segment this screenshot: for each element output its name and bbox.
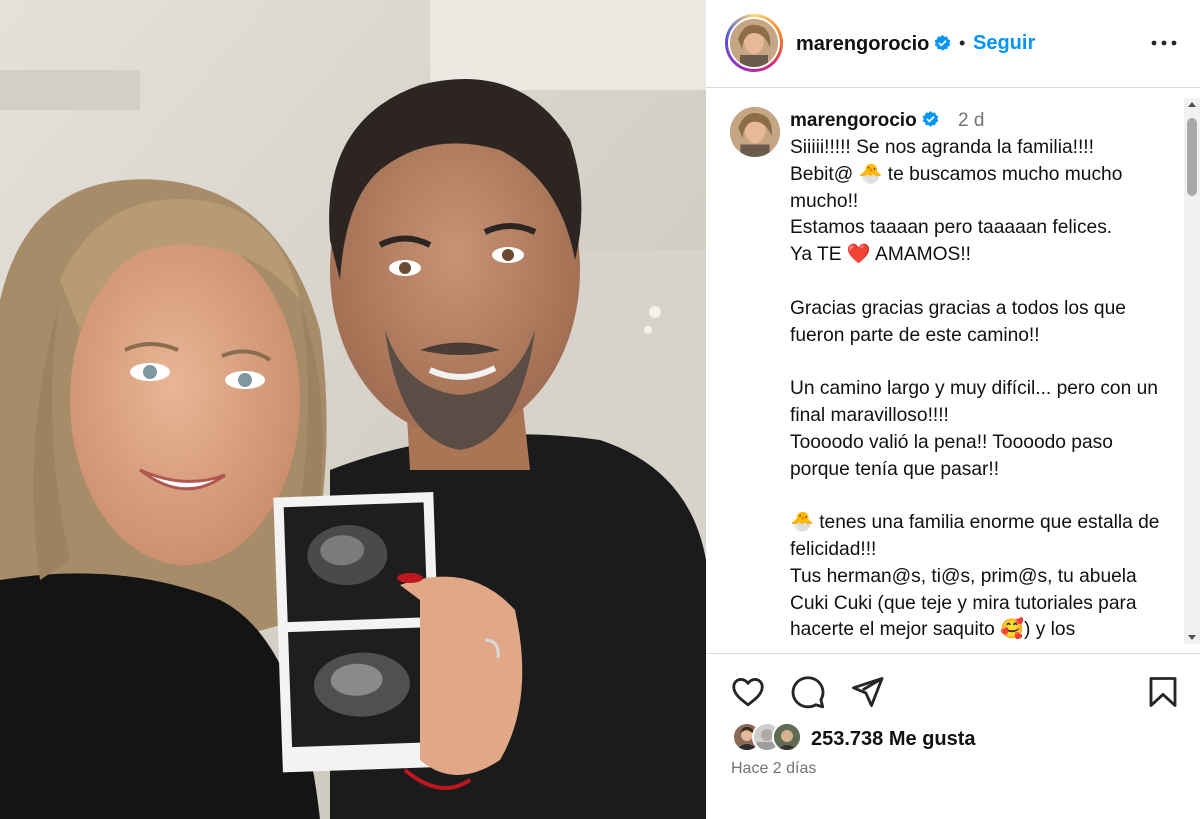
post-header: marengorocio • Seguir [706, 0, 1200, 88]
comments-area[interactable]: marengorocio 2 d Siiiii!!!!! Se nos agra… [706, 89, 1200, 653]
comment-timestamp[interactable]: 2 d [958, 110, 984, 132]
avatar[interactable] [725, 14, 783, 72]
scroll-up-icon[interactable] [1187, 100, 1197, 108]
verified-badge-icon [935, 34, 951, 51]
post-actions: 253.738 Me gusta Hace 2 días [706, 653, 1200, 819]
send-icon[interactable] [849, 674, 885, 710]
photo-illustration [0, 0, 706, 819]
heart-icon[interactable] [730, 674, 766, 710]
liker-avatar [772, 722, 802, 752]
caption-avatar[interactable] [730, 107, 780, 157]
liker-avatars[interactable] [732, 722, 806, 754]
post-date[interactable]: Hace 2 días [731, 760, 816, 778]
username[interactable]: marengorocio [796, 33, 952, 56]
scrollbar-thumb[interactable] [1187, 118, 1197, 196]
caption-username[interactable]: marengorocio [790, 110, 940, 132]
post-panel: marengorocio • Seguir marengorocio 2 d S… [706, 0, 1200, 819]
scrollbar[interactable] [1184, 98, 1200, 644]
separator-dot: • [959, 33, 966, 53]
verified-badge-icon [922, 110, 938, 127]
scroll-down-icon[interactable] [1187, 634, 1197, 642]
post-photo[interactable] [0, 0, 706, 819]
follow-button[interactable]: Seguir [973, 32, 1035, 55]
likes-count[interactable]: 253.738 Me gusta [811, 728, 976, 751]
username-text: marengorocio [796, 33, 930, 55]
caption-text: Siiiii!!!!! Se nos agranda la familia!!!… [790, 137, 1160, 641]
bookmark-icon[interactable] [1145, 674, 1181, 710]
comment-icon[interactable] [790, 674, 826, 710]
caption-username-text: marengorocio [790, 110, 917, 131]
more-options-icon[interactable] [1149, 28, 1179, 58]
avatar-image [728, 17, 780, 69]
